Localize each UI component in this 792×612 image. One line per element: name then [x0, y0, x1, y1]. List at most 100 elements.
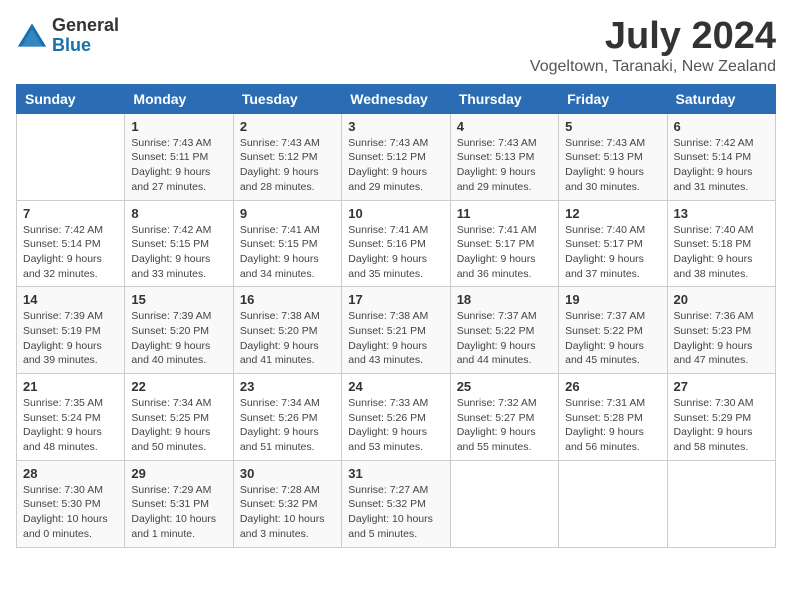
day-number: 28 — [23, 466, 118, 481]
calendar-cell: 10 Sunrise: 7:41 AM Sunset: 5:16 PM Dayli… — [342, 200, 450, 287]
calendar-cell: 8 Sunrise: 7:42 AM Sunset: 5:15 PM Daylig… — [125, 200, 233, 287]
calendar-cell: 30 Sunrise: 7:28 AM Sunset: 5:32 PM Dayli… — [233, 460, 341, 547]
day-number: 10 — [348, 206, 443, 221]
calendar-cell: 14 Sunrise: 7:39 AM Sunset: 5:19 PM Dayli… — [17, 287, 125, 374]
day-number: 2 — [240, 119, 335, 134]
day-info: Sunrise: 7:39 AM Sunset: 5:20 PM Dayligh… — [131, 309, 226, 368]
weekday-header: Saturday — [667, 84, 775, 113]
day-number: 30 — [240, 466, 335, 481]
day-number: 5 — [565, 119, 660, 134]
day-number: 7 — [23, 206, 118, 221]
day-info: Sunrise: 7:43 AM Sunset: 5:13 PM Dayligh… — [565, 136, 660, 195]
logo-blue: Blue — [52, 36, 119, 56]
calendar-cell — [559, 460, 667, 547]
calendar-cell: 25 Sunrise: 7:32 AM Sunset: 5:27 PM Dayli… — [450, 374, 558, 461]
calendar-cell: 22 Sunrise: 7:34 AM Sunset: 5:25 PM Dayli… — [125, 374, 233, 461]
title-block: July 2024 Vogeltown, Taranaki, New Zeala… — [530, 16, 776, 76]
calendar-cell: 19Sunrise: 7:37 AM Sunset: 5:22 PM Dayli… — [559, 287, 667, 374]
day-info: Sunrise: 7:42 AM Sunset: 5:14 PM Dayligh… — [674, 136, 769, 195]
day-number: 4 — [457, 119, 552, 134]
calendar-cell: 29 Sunrise: 7:29 AM Sunset: 5:31 PM Dayli… — [125, 460, 233, 547]
day-number: 27 — [674, 379, 769, 394]
day-number: 23 — [240, 379, 335, 394]
calendar-header: SundayMondayTuesdayWednesdayThursdayFrid… — [17, 84, 776, 113]
day-number: 22 — [131, 379, 226, 394]
day-info: Sunrise: 7:43 AM Sunset: 5:11 PM Dayligh… — [131, 136, 226, 195]
location-subtitle: Vogeltown, Taranaki, New Zealand — [530, 58, 776, 76]
calendar-cell: 18 Sunrise: 7:37 AM Sunset: 5:22 PM Dayli… — [450, 287, 558, 374]
calendar-cell: 5 Sunrise: 7:43 AM Sunset: 5:13 PM Daylig… — [559, 113, 667, 200]
day-info: Sunrise: 7:41 AM Sunset: 5:16 PM Dayligh… — [348, 223, 443, 282]
day-info: Sunrise: 7:31 AM Sunset: 5:28 PM Dayligh… — [565, 396, 660, 455]
day-number: 26 — [565, 379, 660, 394]
day-info: Sunrise: 7:40 AM Sunset: 5:18 PM Dayligh… — [674, 223, 769, 282]
day-info: Sunrise: 7:43 AM Sunset: 5:12 PM Dayligh… — [240, 136, 335, 195]
day-info: Sunrise: 7:28 AM Sunset: 5:32 PM Dayligh… — [240, 483, 335, 542]
day-info: Sunrise: 7:37 AM Sunset: 5:22 PM Dayligh… — [457, 309, 552, 368]
day-info: Sunrise: 7:33 AM Sunset: 5:26 PM Dayligh… — [348, 396, 443, 455]
day-number: 8 — [131, 206, 226, 221]
calendar-cell: 3 Sunrise: 7:43 AM Sunset: 5:12 PM Daylig… — [342, 113, 450, 200]
weekday-header: Wednesday — [342, 84, 450, 113]
weekday-header: Tuesday — [233, 84, 341, 113]
calendar-week-row: 21 Sunrise: 7:35 AM Sunset: 5:24 PM Dayli… — [17, 374, 776, 461]
day-info: Sunrise: 7:30 AM Sunset: 5:29 PM Dayligh… — [674, 396, 769, 455]
day-number: 24 — [348, 379, 443, 394]
day-number: 18 — [457, 292, 552, 307]
weekday-header: Sunday — [17, 84, 125, 113]
calendar-cell: 28 Sunrise: 7:30 AM Sunset: 5:30 PM Dayli… — [17, 460, 125, 547]
day-info: Sunrise: 7:30 AM Sunset: 5:30 PM Dayligh… — [23, 483, 118, 542]
logo-text: General Blue — [52, 16, 119, 56]
day-info: Sunrise: 7:35 AM Sunset: 5:24 PM Dayligh… — [23, 396, 118, 455]
day-info: Sunrise: 7:32 AM Sunset: 5:27 PM Dayligh… — [457, 396, 552, 455]
day-info: Sunrise: 7:42 AM Sunset: 5:15 PM Dayligh… — [131, 223, 226, 282]
day-number: 16 — [240, 292, 335, 307]
calendar-cell: 6 Sunrise: 7:42 AM Sunset: 5:14 PM Daylig… — [667, 113, 775, 200]
day-info: Sunrise: 7:42 AM Sunset: 5:14 PM Dayligh… — [23, 223, 118, 282]
day-info: Sunrise: 7:34 AM Sunset: 5:26 PM Dayligh… — [240, 396, 335, 455]
day-number: 6 — [674, 119, 769, 134]
calendar-cell: 15 Sunrise: 7:39 AM Sunset: 5:20 PM Dayli… — [125, 287, 233, 374]
day-number: 11 — [457, 206, 552, 221]
calendar-cell: 23 Sunrise: 7:34 AM Sunset: 5:26 PM Dayli… — [233, 374, 341, 461]
calendar-cell: 1Sunrise: 7:43 AM Sunset: 5:11 PM Daylig… — [125, 113, 233, 200]
calendar-cell: 12Sunrise: 7:40 AM Sunset: 5:17 PM Dayli… — [559, 200, 667, 287]
calendar-week-row: 7 Sunrise: 7:42 AM Sunset: 5:14 PM Daylig… — [17, 200, 776, 287]
calendar-body: 1Sunrise: 7:43 AM Sunset: 5:11 PM Daylig… — [17, 113, 776, 547]
calendar-cell: 31Sunrise: 7:27 AM Sunset: 5:32 PM Dayli… — [342, 460, 450, 547]
calendar-cell: 2 Sunrise: 7:43 AM Sunset: 5:12 PM Daylig… — [233, 113, 341, 200]
calendar-week-row: 28 Sunrise: 7:30 AM Sunset: 5:30 PM Dayli… — [17, 460, 776, 547]
calendar-cell — [17, 113, 125, 200]
day-info: Sunrise: 7:39 AM Sunset: 5:19 PM Dayligh… — [23, 309, 118, 368]
day-info: Sunrise: 7:38 AM Sunset: 5:20 PM Dayligh… — [240, 309, 335, 368]
day-info: Sunrise: 7:41 AM Sunset: 5:15 PM Dayligh… — [240, 223, 335, 282]
calendar-cell: 21 Sunrise: 7:35 AM Sunset: 5:24 PM Dayli… — [17, 374, 125, 461]
day-number: 29 — [131, 466, 226, 481]
logo: General Blue — [16, 16, 119, 56]
day-number: 12 — [565, 206, 660, 221]
day-number: 3 — [348, 119, 443, 134]
calendar-cell: 13 Sunrise: 7:40 AM Sunset: 5:18 PM Dayli… — [667, 200, 775, 287]
day-info: Sunrise: 7:27 AM Sunset: 5:32 PM Dayligh… — [348, 483, 443, 542]
month-year-title: July 2024 — [530, 16, 776, 58]
day-number: 25 — [457, 379, 552, 394]
calendar-cell: 24 Sunrise: 7:33 AM Sunset: 5:26 PM Dayli… — [342, 374, 450, 461]
calendar-cell: 20Sunrise: 7:36 AM Sunset: 5:23 PM Dayli… — [667, 287, 775, 374]
calendar-cell — [667, 460, 775, 547]
calendar-cell: 4Sunrise: 7:43 AM Sunset: 5:13 PM Daylig… — [450, 113, 558, 200]
day-info: Sunrise: 7:43 AM Sunset: 5:12 PM Dayligh… — [348, 136, 443, 195]
day-number: 15 — [131, 292, 226, 307]
header-row: SundayMondayTuesdayWednesdayThursdayFrid… — [17, 84, 776, 113]
day-number: 13 — [674, 206, 769, 221]
day-number: 14 — [23, 292, 118, 307]
page-header: General Blue July 2024 Vogeltown, Tarana… — [16, 16, 776, 76]
day-number: 19 — [565, 292, 660, 307]
day-info: Sunrise: 7:29 AM Sunset: 5:31 PM Dayligh… — [131, 483, 226, 542]
day-number: 21 — [23, 379, 118, 394]
calendar-table: SundayMondayTuesdayWednesdayThursdayFrid… — [16, 84, 776, 548]
calendar-cell: 26 Sunrise: 7:31 AM Sunset: 5:28 PM Dayli… — [559, 374, 667, 461]
weekday-header: Friday — [559, 84, 667, 113]
calendar-cell: 9Sunrise: 7:41 AM Sunset: 5:15 PM Daylig… — [233, 200, 341, 287]
calendar-week-row: 14 Sunrise: 7:39 AM Sunset: 5:19 PM Dayli… — [17, 287, 776, 374]
day-info: Sunrise: 7:34 AM Sunset: 5:25 PM Dayligh… — [131, 396, 226, 455]
